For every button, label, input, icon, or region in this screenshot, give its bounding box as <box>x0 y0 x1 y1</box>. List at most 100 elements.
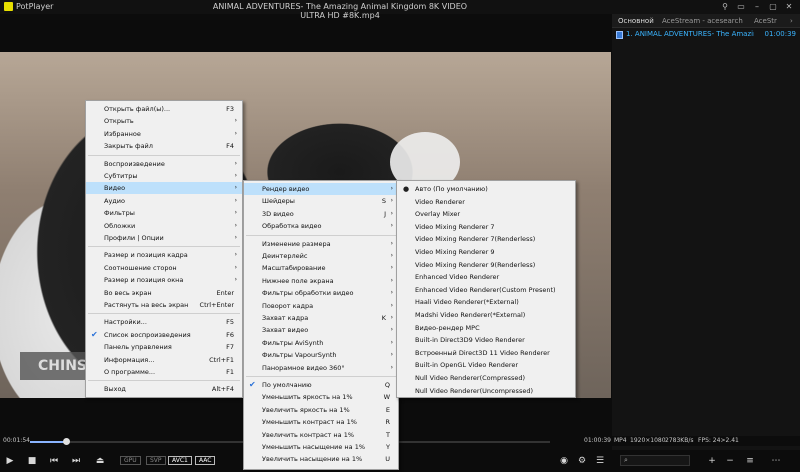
menu-item[interactable]: ● Авто (По умолчанию) <box>397 183 575 195</box>
menu-item[interactable]: Video Mixing Renderer 9(Renderless) <box>397 259 575 271</box>
submenu-arrow-icon: › <box>234 251 237 259</box>
playlist-search[interactable]: ⌕ <box>620 455 690 466</box>
menu-item[interactable]: Растянуть на весь экран Ctrl+Enter <box>86 299 242 311</box>
menu-item[interactable]: ✔ Список воспроизведения F6 <box>86 329 242 341</box>
menu-item-label: Изменение размера <box>262 239 331 248</box>
menu-item[interactable]: Субтитры › <box>86 170 242 182</box>
menu-item[interactable]: Захват кадра K › <box>244 312 398 324</box>
tabs-more-icon[interactable]: › <box>790 17 793 25</box>
minimize-icon[interactable]: – <box>752 2 762 11</box>
menu-item[interactable]: Built-in OpenGL Video Renderer <box>397 359 575 371</box>
menu-item[interactable]: Профили | Опции › <box>86 232 242 244</box>
menu-item[interactable]: Избранное › <box>86 128 242 140</box>
menu-item-label: Деинтерлейс <box>262 252 308 260</box>
menu-item[interactable]: Фильтры VapourSynth › <box>244 349 398 361</box>
submenu-arrow-icon: › <box>234 172 237 179</box>
menu-item[interactable]: Изменение размера › <box>244 238 398 250</box>
playlist-item[interactable]: 1. ANIMAL ADVENTURES- The Amazing Anim..… <box>614 30 798 40</box>
menu-item[interactable]: Video Renderer <box>397 196 575 208</box>
menu-item[interactable]: Video Mixing Renderer 9 <box>397 246 575 258</box>
prev-icon[interactable]: ⏮ <box>48 455 60 467</box>
camera-icon[interactable]: ◉ <box>558 455 570 467</box>
menu-item[interactable]: Настройки... F5 <box>86 316 242 328</box>
menu-item[interactable]: Панель управления F7 <box>86 341 242 353</box>
next-icon[interactable]: ⏭ <box>70 455 82 467</box>
menu-item[interactable]: Видео › <box>86 182 242 195</box>
menu-item[interactable]: Null Video Renderer(Compressed) <box>397 372 575 384</box>
play-icon[interactable]: ▶ <box>4 455 16 467</box>
bitrate-info: 2783KB/s <box>665 437 694 444</box>
menu-item[interactable]: Enhanced Video Renderer <box>397 271 575 283</box>
menu-item[interactable]: Панорамное видео 360° › <box>244 362 398 374</box>
gear-icon[interactable]: ⚙ <box>576 455 588 467</box>
svp-badge[interactable]: SVP <box>146 456 166 465</box>
menu-item[interactable]: Увеличить яркость на 1% E <box>244 404 398 416</box>
avc1-badge[interactable]: AVC1 <box>168 456 192 465</box>
menu-item[interactable]: Video Mixing Renderer 7 <box>397 221 575 233</box>
menu-item[interactable]: Встроенный Direct3D 11 Video Renderer <box>397 347 575 359</box>
stop-icon[interactable]: ■ <box>26 455 38 467</box>
tab-main[interactable]: Основной <box>618 17 654 25</box>
menu-item[interactable]: Во весь экран Enter <box>86 287 242 299</box>
mini-mode-icon[interactable]: ▭ <box>736 2 746 11</box>
menu-item[interactable]: Built-in Direct3D9 Video Renderer <box>397 334 575 346</box>
menu-item[interactable]: Null Video Renderer(Uncompressed) <box>397 385 575 397</box>
menu-item[interactable]: Уменьшить контраст на 1% R <box>244 416 398 428</box>
app-name: PotPlayer <box>16 2 54 11</box>
menu-item[interactable]: Размер и позиция окна › <box>86 274 242 286</box>
menu-item[interactable]: Фильтры обработки видео › <box>244 287 398 299</box>
menu-item[interactable]: Enhanced Video Renderer(Custom Present) <box>397 284 575 296</box>
menu-item[interactable]: ✔ По умолчанию Q <box>244 379 398 391</box>
menu-item[interactable]: Video Mixing Renderer 7(Renderless) <box>397 233 575 245</box>
menu-item[interactable]: Выход Alt+F4 <box>86 383 242 395</box>
list-icon[interactable]: ≡ <box>744 455 756 467</box>
potplayer-logo-icon <box>4 2 13 11</box>
menu-item[interactable]: Закрыть файл F4 <box>86 140 242 152</box>
gpu-badge[interactable]: GPU <box>120 456 141 465</box>
menu-item[interactable]: Информация... Ctrl+F1 <box>86 354 242 366</box>
menu-item[interactable]: Madshi Video Renderer(*External) <box>397 309 575 321</box>
pin-icon[interactable]: ⚲ <box>720 2 730 11</box>
total-time: 01:00:39 <box>584 437 611 444</box>
menu-item[interactable]: Поворот кадра › <box>244 300 398 312</box>
menu-item[interactable]: Захват видео › <box>244 324 398 336</box>
menu-item[interactable]: Аудио › <box>86 195 242 207</box>
maximize-icon[interactable]: ▢ <box>768 2 778 11</box>
menu-item[interactable]: Фильтры › <box>86 207 242 219</box>
menu-item[interactable]: Уменьшить насыщение на 1% Y <box>244 441 398 453</box>
menu-item[interactable]: Haali Video Renderer(*External) <box>397 296 575 308</box>
menu-item[interactable]: Воспроизведение › <box>86 158 242 170</box>
menu-item[interactable]: Нижнее поле экрана › <box>244 275 398 287</box>
more-icon[interactable]: ⋯ <box>770 455 782 467</box>
menu-item[interactable]: Обложки › <box>86 220 242 232</box>
menu-item[interactable]: Соотношение сторон › <box>86 262 242 274</box>
menu-item[interactable]: Увеличить насыщение на 1% U <box>244 453 398 465</box>
menu-item-shortcut: T <box>386 430 390 439</box>
menu-item[interactable]: Размер и позиция кадра › <box>86 249 242 261</box>
menu-item[interactable]: О программе... F1 <box>86 366 242 378</box>
tab-acestream[interactable]: AceStr <box>754 17 777 25</box>
menu-item[interactable]: Рендер видео › <box>244 183 398 195</box>
menu-item[interactable]: Фильтры AviSynth › <box>244 337 398 349</box>
menu-item[interactable]: Обработка видео › <box>244 220 398 232</box>
menu-item-shortcut: F7 <box>226 343 234 352</box>
menu-item[interactable]: Overlay Mixer <box>397 208 575 220</box>
menu-item[interactable]: Шейдеры S › <box>244 195 398 207</box>
menu-item[interactable]: Деинтерлейс › <box>244 250 398 262</box>
eject-icon[interactable]: ⏏ <box>94 455 106 467</box>
menu-item[interactable]: Увеличить контраст на 1% T <box>244 429 398 441</box>
menu-item-label: Фильтры AviSynth <box>262 338 324 347</box>
remove-icon[interactable]: − <box>724 455 736 467</box>
aac-badge[interactable]: AAC <box>195 456 216 465</box>
add-icon[interactable]: + <box>706 455 718 467</box>
menu-item[interactable]: Открыть › <box>86 115 242 127</box>
menu-item-label: Video Mixing Renderer 7 <box>415 222 495 231</box>
menu-item[interactable]: Уменьшить яркость на 1% W <box>244 391 398 403</box>
close-icon[interactable]: ✕ <box>784 2 794 11</box>
menu-icon[interactable]: ☰ <box>594 455 606 467</box>
menu-item[interactable]: Масштабирование › <box>244 262 398 274</box>
menu-item[interactable]: Видео-рендер MPC <box>397 322 575 334</box>
menu-item[interactable]: Открыть файл(ы)... F3 <box>86 103 242 115</box>
menu-item[interactable]: 3D видео J › <box>244 208 398 220</box>
tab-acestream-acesearch[interactable]: AceStream - acesearch <box>662 17 743 25</box>
